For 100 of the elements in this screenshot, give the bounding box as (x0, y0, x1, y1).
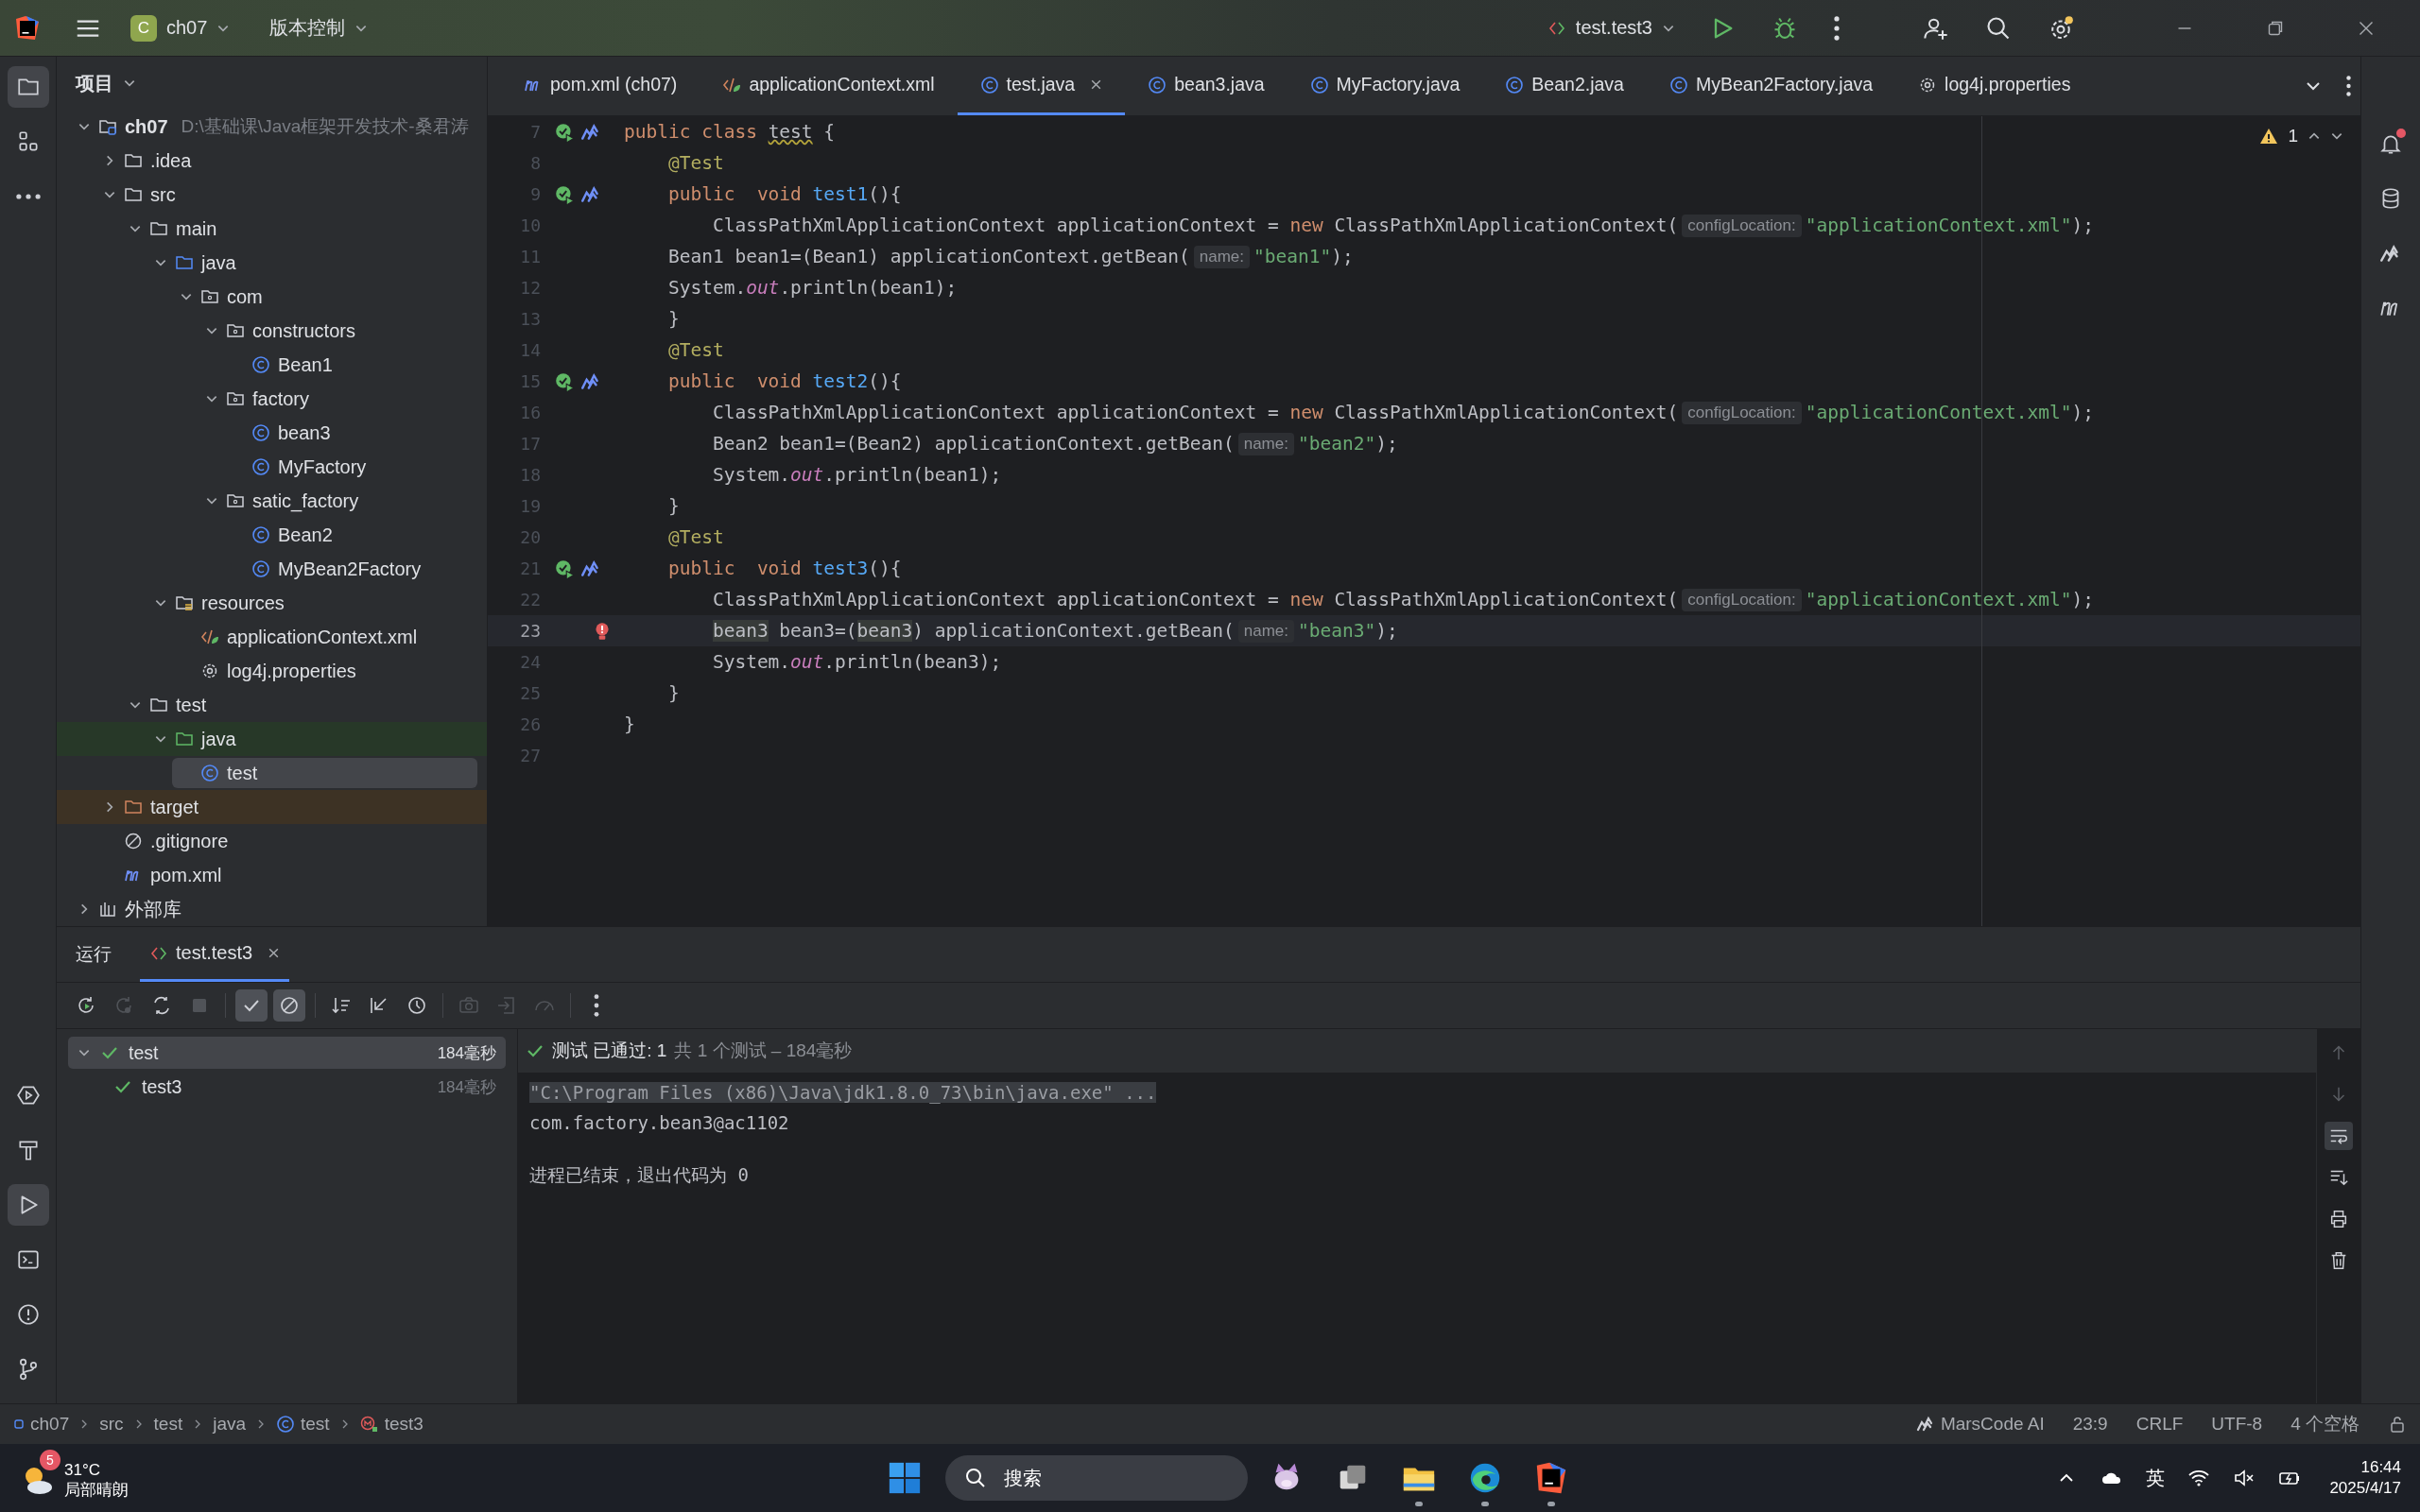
project-selector[interactable]: C ch07 (119, 9, 242, 47)
editor-tab[interactable]: applicationContext.xml (700, 57, 958, 115)
search-field[interactable]: 搜索 (945, 1455, 1249, 1501)
marscode-icon[interactable] (580, 183, 601, 205)
test-item[interactable]: test 184毫秒 (68, 1037, 506, 1069)
marscode-icon (1915, 1415, 1935, 1434)
editor-tab[interactable]: test.java (957, 57, 1126, 115)
input-language[interactable]: 英 (2146, 1465, 2166, 1491)
line-number: 23 (519, 621, 541, 641)
run-test-icon[interactable] (554, 121, 575, 143)
tree-item[interactable]: resources (147, 588, 477, 618)
code-text: "bean1"); (1253, 246, 1354, 267)
run-test-icon[interactable] (554, 183, 575, 205)
tree-item[interactable]: com (172, 282, 477, 312)
breadcrumb[interactable]: java (213, 1414, 246, 1435)
assistant-widget[interactable]: MarsCode AI (1915, 1414, 2045, 1435)
more-icon[interactable] (1834, 15, 1840, 41)
code-text: ClassPathXmlApplicationContext applicationContext = new ClassPathXmlApplicationContext( (711, 215, 1679, 236)
breadcrumb[interactable]: test (153, 1414, 183, 1435)
warning-count: 1 (2288, 126, 2298, 146)
cursor-position[interactable]: 23:9 (2072, 1414, 2108, 1435)
class-icon (1505, 75, 1525, 94)
editor-tab[interactable]: MyBean2Factory.java (1646, 57, 1896, 115)
editor-tab[interactable]: log4j.properties (1895, 57, 2094, 115)
indent-setting[interactable]: 4 个空格 (2290, 1412, 2360, 1436)
gear-icon (200, 662, 219, 680)
editor-tab[interactable]: MyFactory.java (1287, 57, 1483, 115)
problems-icon (15, 1302, 41, 1327)
breadcrumb[interactable]: src (99, 1414, 124, 1435)
marscode-icon[interactable] (580, 121, 601, 143)
tree-item[interactable]: factory (198, 384, 477, 414)
vcs-menu[interactable]: 版本控制 (258, 9, 380, 46)
tree-item[interactable]: constructors (198, 316, 477, 346)
tool-window-button[interactable] (7, 1184, 49, 1226)
method-icon (359, 1415, 379, 1434)
tree-item[interactable]: main (121, 214, 477, 244)
toolbar-button[interactable] (273, 989, 305, 1022)
line-ending[interactable]: CRLF (2135, 1414, 2184, 1435)
tree-item[interactable]: .idea (95, 146, 477, 176)
package-icon (200, 287, 219, 306)
code-text: "bean3"); (1297, 620, 1398, 642)
tree-item[interactable]: test (121, 690, 477, 720)
soft-wrap-icon[interactable] (2325, 1122, 2353, 1150)
more-icon[interactable] (2346, 76, 2351, 96)
tree-item[interactable]: applicationContext.xml (172, 622, 477, 652)
tree-item[interactable]: test (172, 758, 477, 788)
code-text: "applicationContext.xml"); (1805, 589, 2094, 610)
test-item[interactable]: test3 184毫秒 (68, 1071, 506, 1103)
editor-tab[interactable]: pom.xml (ch07) (501, 57, 700, 115)
folder-icon (149, 696, 168, 714)
clock-date[interactable]: 2025/4/17 (2329, 1478, 2401, 1500)
code-text: public class test { (624, 121, 836, 143)
weather-widget[interactable]: 5 31°C 局部晴朗 (19, 1448, 416, 1508)
folder-icon (175, 730, 194, 748)
editor-tab[interactable]: Bean2.java (1482, 57, 1647, 115)
tree-item[interactable]: ch07 D:\基础课\Java框架开发技术-桑君涛 (70, 112, 477, 142)
run-config-selector[interactable]: test.test3 (1535, 11, 1686, 44)
tree-item[interactable]: MyBean2Factory (223, 554, 477, 584)
tree-item[interactable]: java (147, 248, 477, 278)
marscode-icon[interactable] (580, 370, 601, 392)
tree-item[interactable]: 外部库 (70, 894, 477, 924)
services-icon (15, 1083, 41, 1108)
code-text: Bean1 bean1=(Bean1) applicationContext.getBean( (666, 246, 1190, 267)
marscode-icon[interactable] (580, 558, 601, 579)
editor-tab[interactable]: bean3.java (1125, 57, 1288, 115)
console-line: com.factory.bean3@ac1102 (529, 1112, 789, 1133)
folder-icon (175, 253, 194, 272)
class-icon (276, 1415, 295, 1434)
close-icon[interactable] (268, 947, 281, 959)
panel-title: 运行 (76, 943, 112, 966)
run-test-icon[interactable] (554, 370, 575, 392)
parameter-hint: name: (1193, 245, 1250, 268)
resources-folder-icon (175, 593, 194, 612)
search-icon[interactable] (1985, 14, 2012, 42)
panel-title[interactable]: 项目 (70, 69, 142, 97)
tree-item[interactable]: Bean2 (223, 520, 477, 550)
tree-item[interactable]: .gitignore (95, 826, 477, 856)
tree-item[interactable]: Bean1 (223, 350, 477, 380)
run-test-icon[interactable] (554, 558, 575, 579)
parameter-hint: configLocation: (1682, 401, 1802, 424)
breadcrumb[interactable]: test3 (359, 1414, 424, 1435)
tree-item[interactable]: bean3 (223, 418, 477, 448)
breadcrumb[interactable]: ch07 (13, 1414, 70, 1435)
tree-item[interactable]: log4j.properties (172, 656, 477, 686)
tree-item[interactable]: satic_factory (198, 486, 477, 516)
folder-icon (124, 185, 143, 204)
file-encoding[interactable]: UTF-8 (2211, 1414, 2263, 1435)
app-logo-icon[interactable] (13, 13, 42, 43)
lock-icon[interactable] (2388, 1415, 2407, 1434)
clock-time[interactable]: 16:44 (2360, 1456, 2401, 1478)
tree-item[interactable]: pom.xml (95, 860, 477, 890)
code-text: } (624, 713, 635, 735)
close-icon[interactable] (1090, 78, 1103, 91)
tree-item[interactable]: src (95, 180, 477, 210)
warning-icon[interactable] (2259, 127, 2279, 146)
run-tab[interactable]: test.test3 (140, 927, 290, 982)
tree-item[interactable]: MyFactory (223, 452, 477, 482)
breadcrumb[interactable]: test (276, 1414, 330, 1435)
tool-window-button[interactable] (7, 66, 49, 108)
toolbar-button[interactable] (235, 989, 268, 1022)
